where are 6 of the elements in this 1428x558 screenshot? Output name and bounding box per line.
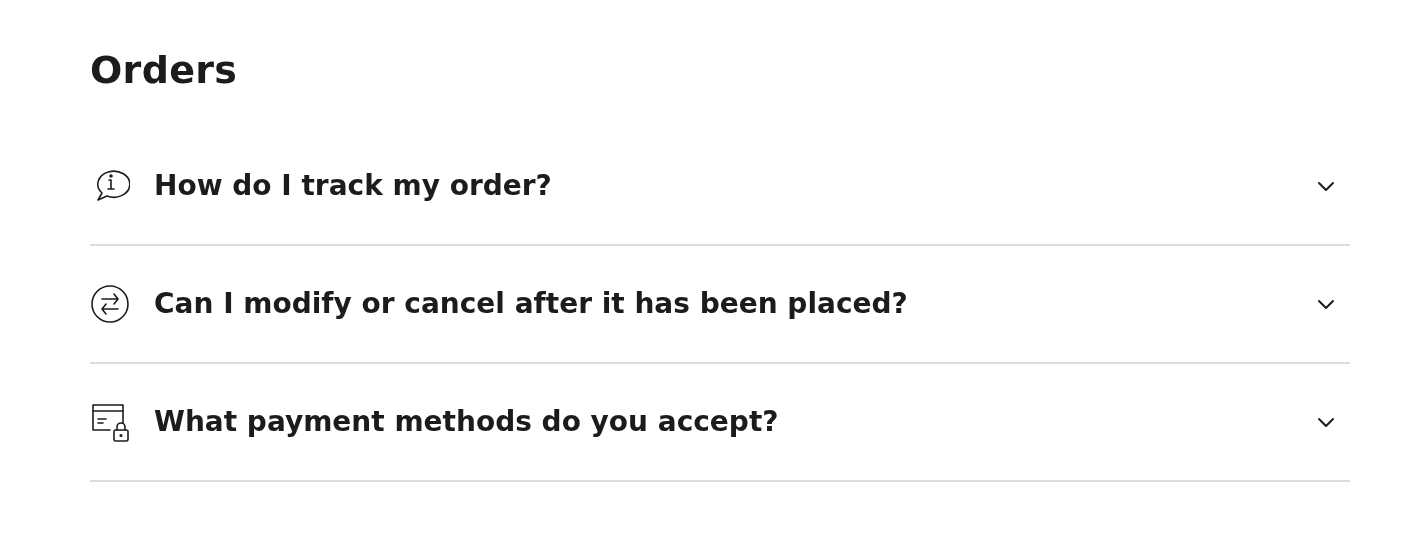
faq-item[interactable]: What payment methods do you accept? (90, 364, 1350, 482)
arrows-circle-icon (90, 284, 130, 324)
faq-item[interactable]: Can I modify or cancel after it has been placed? (90, 246, 1350, 364)
section-title: Orders (90, 47, 239, 94)
faq-item[interactable]: How do I track my order? (90, 128, 1350, 246)
card-lock-icon (90, 402, 130, 442)
